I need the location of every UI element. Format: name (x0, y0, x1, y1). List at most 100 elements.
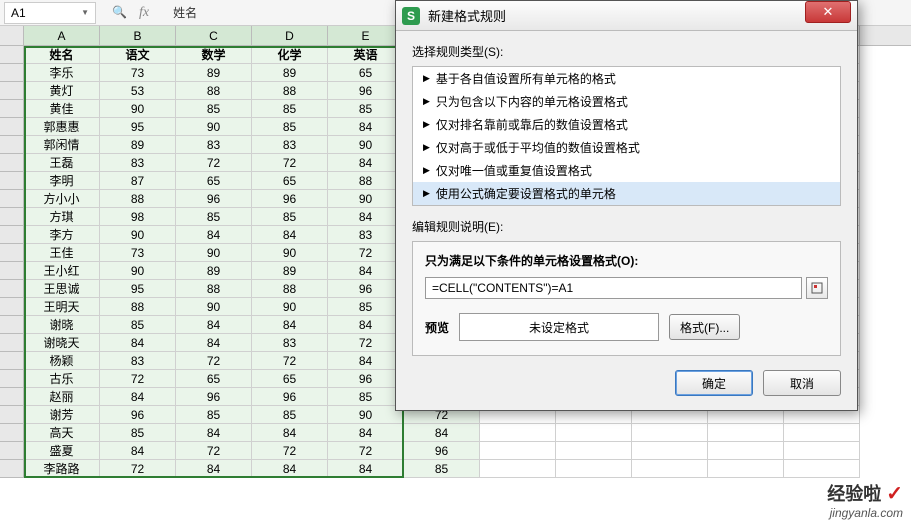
table-cell[interactable]: 盛夏 (24, 442, 100, 460)
table-cell[interactable]: 85 (252, 100, 328, 118)
table-cell[interactable]: 84 (252, 460, 328, 478)
table-cell[interactable]: 72 (328, 244, 404, 262)
table-cell[interactable]: 83 (176, 136, 252, 154)
table-cell[interactable]: 89 (176, 262, 252, 280)
table-cell[interactable]: 72 (100, 460, 176, 478)
table-cell[interactable]: 84 (100, 388, 176, 406)
table-header-cell[interactable]: 姓名 (24, 46, 100, 64)
rule-type-item[interactable]: ▶基于各自值设置所有单元格的格式 (413, 67, 840, 90)
table-cell[interactable]: 李乐 (24, 64, 100, 82)
table-cell[interactable]: 85 (252, 118, 328, 136)
table-cell[interactable]: 85 (328, 298, 404, 316)
table-cell[interactable]: 90 (100, 262, 176, 280)
select-all-corner[interactable] (0, 26, 24, 45)
table-cell[interactable]: 杨颖 (24, 352, 100, 370)
row-header[interactable] (0, 316, 24, 334)
table-cell[interactable]: 90 (100, 100, 176, 118)
table-cell[interactable]: 88 (328, 172, 404, 190)
table-cell[interactable]: 84 (328, 460, 404, 478)
table-cell[interactable]: 88 (100, 190, 176, 208)
table-cell[interactable]: 89 (100, 136, 176, 154)
row-header[interactable] (0, 244, 24, 262)
cancel-button[interactable]: 取消 (763, 370, 841, 396)
table-cell[interactable]: 65 (176, 370, 252, 388)
table-cell[interactable]: 96 (328, 370, 404, 388)
table-cell[interactable]: 84 (176, 334, 252, 352)
table-cell[interactable]: 98 (100, 208, 176, 226)
rule-type-item[interactable]: ▶只为包含以下内容的单元格设置格式 (413, 90, 840, 113)
table-cell[interactable]: 72 (328, 442, 404, 460)
table-cell[interactable] (708, 424, 784, 442)
row-header[interactable] (0, 82, 24, 100)
table-cell[interactable]: 87 (100, 172, 176, 190)
rule-type-item[interactable]: ▶仅对唯一值或重复值设置格式 (413, 159, 840, 182)
table-cell[interactable]: 郭闲情 (24, 136, 100, 154)
row-header[interactable] (0, 406, 24, 424)
table-cell[interactable]: 88 (176, 280, 252, 298)
row-header[interactable] (0, 100, 24, 118)
range-selector-button[interactable] (806, 277, 828, 299)
table-cell[interactable]: 85 (252, 208, 328, 226)
table-cell[interactable]: 谢晓 (24, 316, 100, 334)
row-header[interactable] (0, 154, 24, 172)
rule-type-item[interactable]: ▶使用公式确定要设置格式的单元格 (413, 182, 840, 205)
table-cell[interactable]: 96 (328, 82, 404, 100)
row-header[interactable] (0, 226, 24, 244)
table-cell[interactable]: 85 (100, 424, 176, 442)
table-cell[interactable]: 72 (252, 352, 328, 370)
table-cell[interactable]: 84 (404, 424, 480, 442)
table-cell[interactable] (480, 442, 556, 460)
table-cell[interactable]: 黄灯 (24, 82, 100, 100)
table-cell[interactable]: 90 (252, 244, 328, 262)
column-header[interactable]: B (100, 26, 176, 45)
table-cell[interactable]: 89 (252, 64, 328, 82)
table-cell[interactable] (708, 442, 784, 460)
table-cell[interactable]: 王磊 (24, 154, 100, 172)
table-cell[interactable]: 84 (328, 352, 404, 370)
table-cell[interactable]: 85 (100, 316, 176, 334)
table-cell[interactable] (480, 424, 556, 442)
table-cell[interactable]: 72 (176, 442, 252, 460)
table-cell[interactable] (708, 460, 784, 478)
table-cell[interactable]: 黄佳 (24, 100, 100, 118)
row-header[interactable] (0, 298, 24, 316)
row-header[interactable] (0, 334, 24, 352)
rule-type-item[interactable]: ▶仅对排名靠前或靠后的数值设置格式 (413, 113, 840, 136)
row-header[interactable] (0, 190, 24, 208)
table-cell[interactable]: 65 (328, 64, 404, 82)
table-cell[interactable] (784, 460, 860, 478)
table-cell[interactable]: 谢芳 (24, 406, 100, 424)
table-cell[interactable]: 古乐 (24, 370, 100, 388)
table-cell[interactable]: 72 (328, 334, 404, 352)
table-cell[interactable]: 84 (176, 226, 252, 244)
ok-button[interactable]: 确定 (675, 370, 753, 396)
table-cell[interactable]: 85 (404, 460, 480, 478)
table-cell[interactable]: 96 (328, 280, 404, 298)
table-cell[interactable]: 李明 (24, 172, 100, 190)
table-cell[interactable]: 85 (328, 100, 404, 118)
search-icon[interactable]: 🔍 (112, 5, 127, 21)
table-cell[interactable]: 90 (176, 298, 252, 316)
table-cell[interactable]: 85 (176, 208, 252, 226)
table-cell[interactable]: 84 (176, 316, 252, 334)
table-cell[interactable]: 郭惠惠 (24, 118, 100, 136)
table-cell[interactable]: 90 (328, 190, 404, 208)
table-cell[interactable]: 95 (100, 280, 176, 298)
table-cell[interactable]: 方小小 (24, 190, 100, 208)
table-cell[interactable]: 方琪 (24, 208, 100, 226)
table-cell[interactable]: 84 (328, 424, 404, 442)
table-cell[interactable]: 84 (252, 226, 328, 244)
table-cell[interactable]: 赵丽 (24, 388, 100, 406)
table-cell[interactable]: 73 (100, 244, 176, 262)
column-header[interactable]: A (24, 26, 100, 45)
rule-type-item[interactable]: ▶仅对高于或低于平均值的数值设置格式 (413, 136, 840, 159)
table-cell[interactable]: 李方 (24, 226, 100, 244)
table-cell[interactable]: 88 (252, 82, 328, 100)
formula-input-field[interactable] (425, 277, 802, 299)
table-cell[interactable]: 53 (100, 82, 176, 100)
table-cell[interactable]: 王佳 (24, 244, 100, 262)
table-cell[interactable]: 90 (252, 298, 328, 316)
table-cell[interactable] (784, 424, 860, 442)
table-cell[interactable]: 65 (252, 172, 328, 190)
row-header[interactable] (0, 424, 24, 442)
